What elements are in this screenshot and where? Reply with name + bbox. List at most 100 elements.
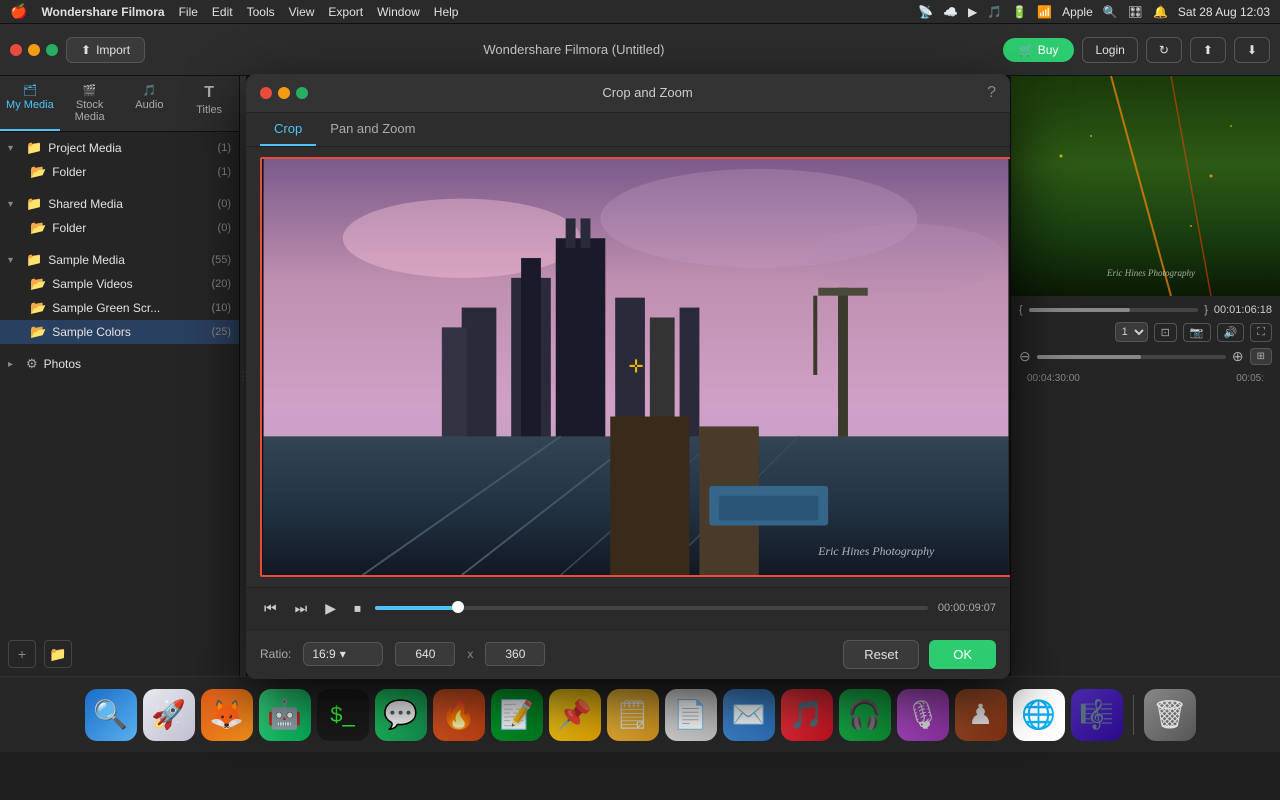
menu-file[interactable]: File	[179, 5, 198, 19]
zoom-slider[interactable]	[1037, 355, 1226, 359]
chevron-down-icon: ▾	[8, 255, 22, 266]
height-input[interactable]	[485, 642, 545, 666]
titles-icon: T	[204, 84, 214, 102]
apple-logo-icon[interactable]: 🍎	[10, 3, 27, 20]
menu-view[interactable]: View	[289, 5, 315, 19]
dock-music[interactable]: 🎵	[781, 689, 833, 741]
rp-fullscreen-btn[interactable]: ⛶	[1250, 323, 1272, 342]
share-button[interactable]: ⬆	[1190, 37, 1226, 63]
login-button[interactable]: Login	[1082, 37, 1137, 63]
search-icon[interactable]: 🔍	[1103, 5, 1118, 19]
modal-actions: Reset OK	[843, 640, 996, 669]
dock-podcasts[interactable]: 🎙	[897, 689, 949, 741]
menu-right: 📡 ☁️ ▶ 🎵 🔋 📶 Apple 🔍 🎛 🔔 Sat 28 Aug 12:0…	[918, 5, 1270, 19]
rp-timecode: 00:01:06:18	[1214, 304, 1272, 316]
zoom-in-btn[interactable]: ⊕	[1232, 348, 1244, 365]
sample-media-section: ▾ 📁 Sample Media (55) 📂 Sample Videos (2…	[0, 244, 239, 348]
width-input[interactable]	[395, 642, 455, 666]
sidebar-item-sample-media[interactable]: ▾ 📁 Sample Media (55)	[0, 248, 239, 272]
dock-taskheat[interactable]: 🔥	[433, 689, 485, 741]
menu-edit[interactable]: Edit	[212, 5, 233, 19]
modal-bottom-bar: Ratio: 16:9 ▾ x Reset OK	[246, 629, 1010, 679]
menu-export[interactable]: Export	[328, 5, 363, 19]
rp-snapshot-btn[interactable]: 📷	[1183, 323, 1211, 342]
rp-dropdown[interactable]: 1	[1115, 322, 1148, 342]
dock-whatsapp[interactable]: 💬	[375, 689, 427, 741]
notification-icon[interactable]: 🔔	[1153, 5, 1168, 19]
folder-icon: 📁	[26, 252, 42, 268]
add-media-button[interactable]: +	[8, 640, 36, 668]
ok-button[interactable]: OK	[929, 640, 996, 669]
right-panel-controls: { } 00:01:06:18 1 ⊡ 📷 🔊 ⛶ ⊖	[1011, 296, 1280, 394]
dock-markdown[interactable]: 📄	[665, 689, 717, 741]
menu-window[interactable]: Window	[377, 5, 420, 19]
dimension-x-separator: x	[467, 647, 473, 661]
rp-fit-btn[interactable]: ⊡	[1154, 323, 1177, 342]
sidebar-item-shared-folder[interactable]: 📂 Folder (0)	[0, 216, 239, 240]
tab-stock-media[interactable]: 🎬 Stock Media	[60, 76, 120, 131]
dock-trash[interactable]: 🗑	[1144, 689, 1196, 741]
maximize-window-btn[interactable]	[46, 44, 58, 56]
dock-stickies[interactable]: 📌	[549, 689, 601, 741]
dock-launchpad[interactable]: 🚀	[143, 689, 195, 741]
rbrace-icon: }	[1204, 304, 1208, 316]
rp-audio-btn[interactable]: 🔊	[1217, 323, 1245, 342]
modal-title-text: Crop and Zoom	[316, 85, 979, 100]
play-btn[interactable]: ▶	[321, 596, 340, 621]
sidebar-item-shared-media[interactable]: ▾ 📁 Shared Media (0)	[0, 192, 239, 216]
download-button[interactable]: ⬇	[1234, 37, 1270, 63]
dock-firefox[interactable]: 🦊	[201, 689, 253, 741]
sidebar-item-photos[interactable]: ▸ ⚙ Photos	[0, 352, 239, 376]
menu-help[interactable]: Help	[434, 5, 459, 19]
sidebar-item-project-media[interactable]: ▾ 📁 Project Media (1)	[0, 136, 239, 160]
sidebar-item-sample-green[interactable]: 📂 Sample Green Scr... (10)	[0, 296, 239, 320]
control-center-icon[interactable]: 🎛	[1128, 5, 1143, 19]
import-button[interactable]: ⬆ Import	[66, 37, 145, 63]
my-media-icon: 🗂	[23, 84, 37, 97]
modal-help-icon[interactable]: ?	[987, 84, 996, 102]
dock-chrome[interactable]: 🌐	[1013, 689, 1065, 741]
refresh-button[interactable]: ↻	[1146, 37, 1182, 63]
modal-maximize-btn[interactable]	[296, 87, 308, 99]
grid-view-btn[interactable]: ⊞	[1250, 348, 1272, 365]
step-back-btn[interactable]: ⏭	[291, 596, 312, 621]
panel-timestamps: 00:04:30:00 00:05:	[1019, 371, 1272, 386]
tab-my-media[interactable]: 🗂 My Media	[0, 76, 60, 131]
dock-notefile[interactable]: 🗒	[607, 689, 659, 741]
dock-finder[interactable]: 🔍	[85, 689, 137, 741]
sidebar-item-sample-videos[interactable]: 📂 Sample Videos (20)	[0, 272, 239, 296]
playback-progress[interactable]	[375, 606, 928, 610]
tab-crop[interactable]: Crop	[260, 113, 316, 146]
folder-button[interactable]: 📁	[44, 640, 72, 668]
modal-close-btn[interactable]	[260, 87, 272, 99]
sidebar-item-project-folder[interactable]: 📂 Folder (1)	[0, 160, 239, 184]
dock: 🔍 🚀 🦊 🤖 $_ 💬 🔥 📝 📌 🗒 📄 ✉️ 🎵 🎧 🎙 ♟ 🌐 🎼 🗑	[0, 676, 1280, 752]
tab-pan-zoom[interactable]: Pan and Zoom	[316, 113, 429, 146]
close-window-btn[interactable]	[10, 44, 22, 56]
dock-android-studio[interactable]: 🤖	[259, 689, 311, 741]
dock-chess[interactable]: ♟	[955, 689, 1007, 741]
minimize-window-btn[interactable]	[28, 44, 40, 56]
dock-mail[interactable]: ✉️	[723, 689, 775, 741]
rp-dropdown-row: 1 ⊡ 📷 🔊 ⛶	[1019, 322, 1272, 342]
dock-spotify[interactable]: 🎧	[839, 689, 891, 741]
buy-button[interactable]: 🛒 Buy	[1003, 38, 1075, 62]
sidebar-item-sample-colors[interactable]: 📂 Sample Colors (25)	[0, 320, 239, 344]
dock-tempi[interactable]: 🎼	[1071, 689, 1123, 741]
reset-button[interactable]: Reset	[843, 640, 919, 669]
prev-frame-btn[interactable]: ⏮	[260, 596, 281, 621]
rp-slider[interactable]	[1029, 308, 1199, 312]
window-controls	[10, 44, 58, 56]
tab-titles[interactable]: T Titles	[179, 76, 239, 131]
stop-btn[interactable]: ⏹	[350, 596, 365, 621]
ratio-select[interactable]: 16:9 ▾	[303, 642, 383, 666]
sidebar: 🗂 My Media 🎬 Stock Media 🎵 Audio T Title…	[0, 76, 240, 676]
menu-tools[interactable]: Tools	[247, 5, 275, 19]
tab-audio[interactable]: 🎵 Audio	[120, 76, 180, 131]
dock-terminal[interactable]: $_	[317, 689, 369, 741]
modal-minimize-btn[interactable]	[278, 87, 290, 99]
modal-timecode: 00:00:09:07	[938, 602, 996, 614]
zoom-out-btn[interactable]: ⊖	[1019, 348, 1031, 365]
crop-canvas[interactable]: Eric Hines Photography ✛	[260, 157, 1010, 577]
dock-evernote[interactable]: 📝	[491, 689, 543, 741]
